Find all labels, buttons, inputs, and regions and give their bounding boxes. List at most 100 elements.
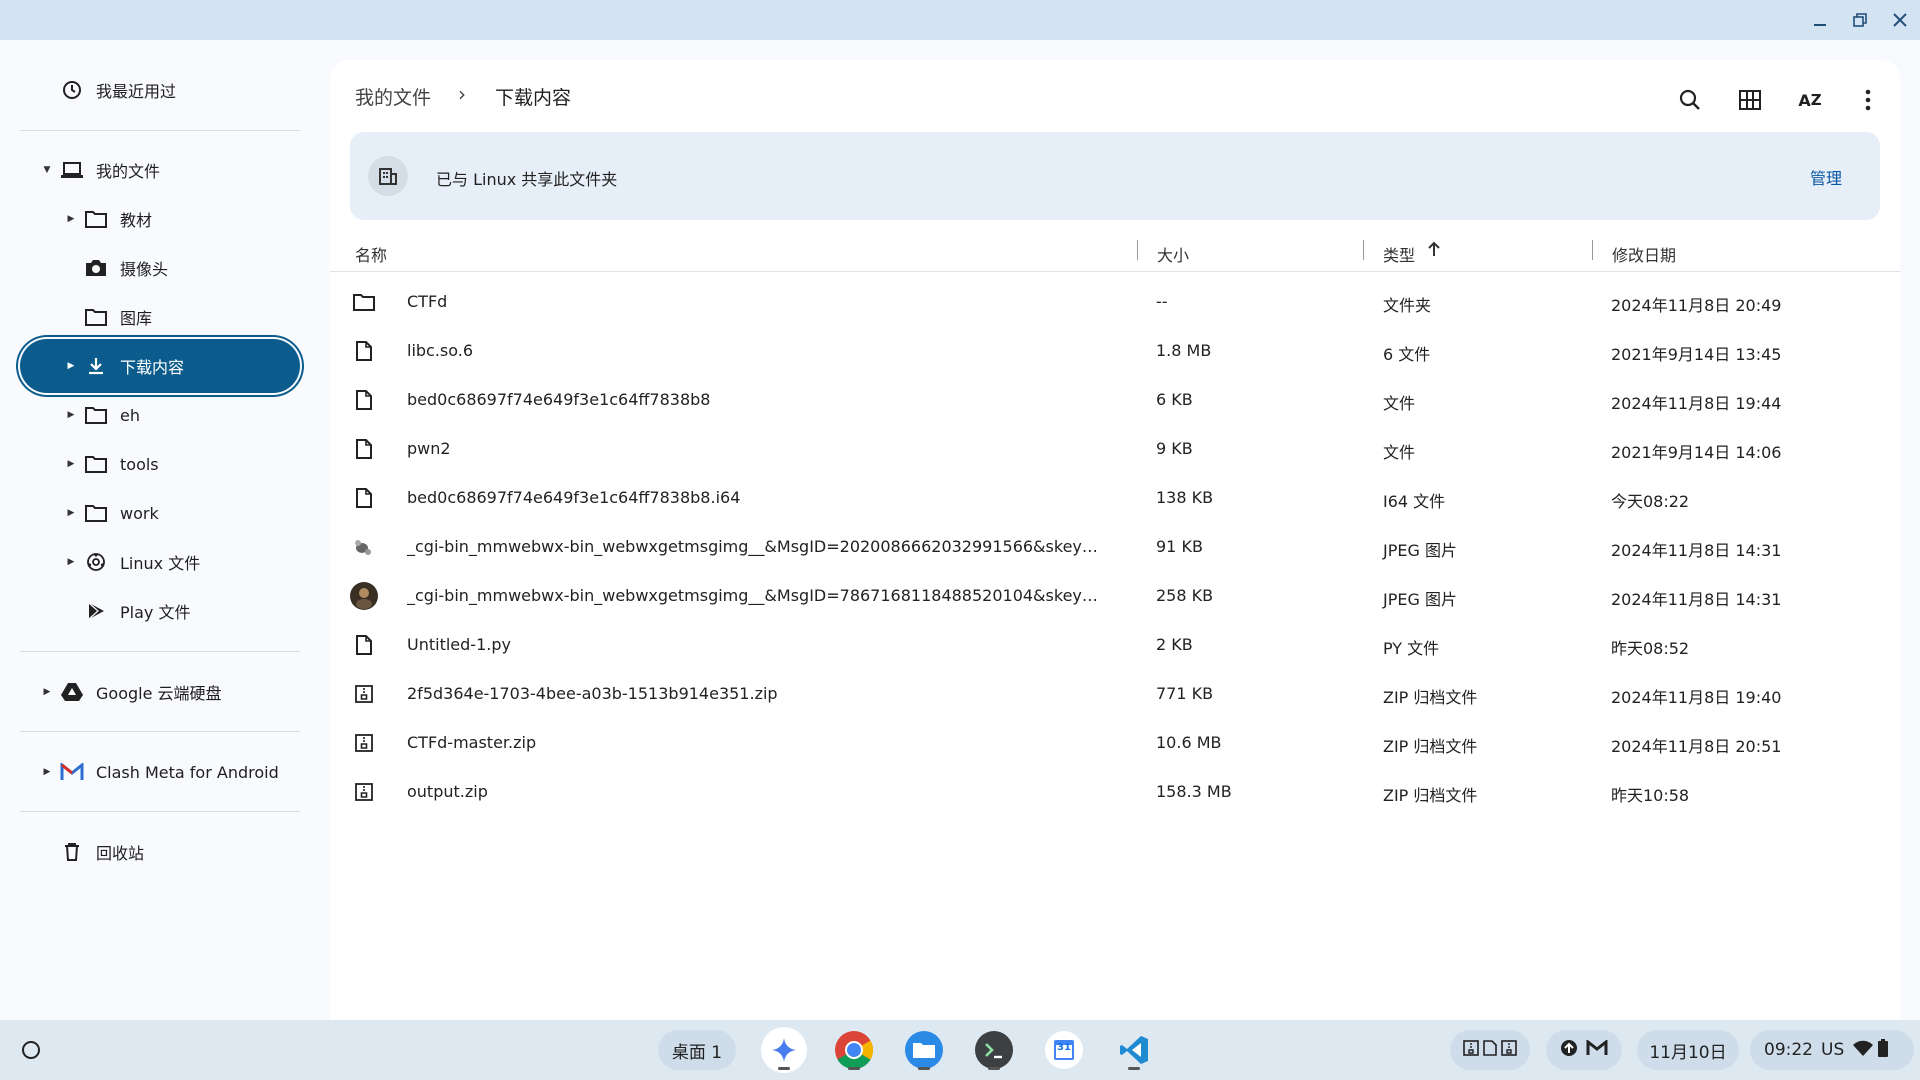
column-divider[interactable] [1137, 240, 1138, 260]
file-type: 文件 [1383, 443, 1416, 462]
sidebar-item-tools[interactable]: ▶ tools [20, 437, 300, 491]
gmail-icon [60, 760, 84, 784]
file-icon [1483, 1039, 1497, 1061]
divider [20, 811, 300, 812]
sidebar-item-label: Linux 文件 [120, 554, 201, 573]
sidebar-item-label: 下载内容 [120, 358, 185, 377]
manage-button[interactable]: 管理 [1810, 165, 1842, 189]
sidebar-item-work[interactable]: ▶ work [20, 486, 300, 540]
file-name: bed0c68697f74e649f3e1c64ff7838b8.i64 [407, 488, 741, 507]
file-size: 1.8 MB [1156, 341, 1212, 360]
sidebar-item-label: work [120, 503, 159, 523]
caret-right-icon[interactable]: ▶ [66, 557, 76, 567]
caret-right-icon[interactable]: ▶ [66, 361, 76, 371]
sidebar-item-play-files[interactable]: Play 文件 [20, 584, 300, 638]
file-size: 2 KB [1156, 635, 1193, 654]
file-size: 138 KB [1156, 488, 1214, 507]
status-area[interactable]: 09:22 US [1750, 1030, 1914, 1070]
folder-icon [84, 207, 108, 231]
running-indicator [778, 1067, 790, 1070]
zip-icon [1463, 1039, 1479, 1061]
caret-right-icon[interactable]: ▶ [66, 508, 76, 518]
file-modified: 2021年9月14日 14:06 [1611, 443, 1782, 462]
vscode-icon[interactable] [1111, 1027, 1157, 1073]
sidebar-item-camera[interactable]: 摄像头 [20, 241, 300, 295]
files-app-icon[interactable] [901, 1027, 947, 1073]
file-type: JPEG 图片 [1383, 541, 1457, 560]
chrome-icon[interactable] [831, 1027, 877, 1073]
restore-icon[interactable] [1848, 8, 1872, 32]
date-tray[interactable]: 11月10日 [1637, 1030, 1739, 1070]
title-bar [0, 0, 1920, 40]
sidebar-item-trash[interactable]: 回收站 [20, 825, 300, 879]
upload-icon [1560, 1039, 1578, 1062]
caret-right-icon[interactable]: ▶ [66, 459, 76, 469]
caret-right-icon[interactable]: ▶ [66, 410, 76, 420]
caret-right-icon[interactable]: ▶ [42, 687, 52, 697]
divider [20, 731, 300, 732]
sidebar-item-clash[interactable]: ▶ Clash Meta for Android [20, 745, 300, 799]
folder-icon [84, 501, 108, 525]
caret-down-icon[interactable]: ▼ [42, 165, 52, 175]
column-divider[interactable] [1363, 240, 1364, 260]
file-type: JPEG 图片 [1383, 590, 1457, 609]
sidebar-item-gallery[interactable]: 图库 [20, 290, 300, 344]
file-modified: 昨天08:52 [1611, 639, 1690, 658]
file-name: libc.so.6 [407, 341, 474, 360]
file-type: ZIP 归档文件 [1383, 737, 1478, 756]
notification-tray[interactable] [1546, 1030, 1622, 1070]
file-type: ZIP 归档文件 [1383, 786, 1478, 805]
sidebar-item-my-files[interactable]: ▼ 我的文件 [20, 143, 300, 197]
folder-icon [84, 305, 108, 329]
files-app-window: 我最近用过 ▼ 我的文件 ▶ 教材 摄像头 图库 ▶ 下载内容 ▶ eh ▶ t… [0, 40, 1920, 1020]
running-indicator [848, 1067, 860, 1070]
sidebar-item-label: 摄像头 [120, 260, 169, 279]
file-type: ZIP 归档文件 [1383, 688, 1478, 707]
sidebar-item-label: 图库 [120, 309, 153, 328]
calendar-icon[interactable]: 31 [1041, 1027, 1087, 1073]
file-icon [350, 337, 378, 365]
file-modified: 2021年9月14日 13:45 [1611, 345, 1782, 364]
desk-button[interactable]: 桌面 1 [658, 1030, 736, 1070]
sidebar-item-recent[interactable]: 我最近用过 [20, 63, 300, 117]
trash-icon [60, 840, 84, 864]
file-icon [350, 435, 378, 463]
column-header-modified[interactable]: 修改日期 [1612, 242, 1676, 266]
caret-right-icon[interactable]: ▶ [66, 214, 76, 224]
launcher-icon[interactable] [8, 1027, 54, 1073]
sidebar-item-label: Google 云端硬盘 [96, 684, 222, 703]
folder-icon [350, 288, 378, 316]
file-type: 6 文件 [1383, 345, 1431, 364]
file-size: 9 KB [1156, 439, 1193, 458]
sidebar-item-downloads[interactable]: ▶ 下载内容 [20, 339, 300, 393]
file-name: 2f5d364e-1703-4bee-a03b-1513b914e351.zip [407, 684, 778, 703]
column-header-size[interactable]: 大小 [1157, 242, 1189, 266]
column-header-type[interactable]: 类型 [1383, 242, 1415, 266]
search-icon[interactable] [1672, 82, 1708, 118]
breadcrumb-parent[interactable]: 我的文件 [355, 83, 431, 110]
column-header-name[interactable]: 名称 [355, 242, 387, 266]
close-icon[interactable] [1888, 8, 1912, 32]
sort-az-icon[interactable]: AZ [1792, 82, 1828, 118]
minimize-icon[interactable] [1808, 8, 1832, 32]
linux-icon [84, 550, 108, 574]
file-modified: 2024年11月8日 14:31 [1611, 541, 1782, 560]
gemini-icon[interactable] [761, 1027, 807, 1073]
breadcrumb-current[interactable]: 下载内容 [495, 83, 571, 110]
holding-space-tray[interactable] [1450, 1030, 1530, 1070]
more-vert-icon[interactable] [1850, 82, 1886, 118]
zip-icon [350, 680, 378, 708]
caret-right-icon[interactable]: ▶ [42, 767, 52, 777]
terminal-icon[interactable] [971, 1027, 1017, 1073]
clock-time: 09:22 [1764, 1040, 1813, 1060]
wifi-icon [1852, 1039, 1874, 1062]
sidebar-item-jiaocai[interactable]: ▶ 教材 [20, 192, 300, 246]
file-row[interactable]: output.zip 158.3 MB ZIP 归档文件 昨天10:58 [330, 762, 1900, 822]
column-divider[interactable] [1592, 240, 1593, 260]
sidebar-item-eh[interactable]: ▶ eh [20, 388, 300, 442]
running-indicator [988, 1067, 1000, 1070]
sidebar-item-google-drive[interactable]: ▶ Google 云端硬盘 [20, 665, 300, 719]
sidebar-item-linux-files[interactable]: ▶ Linux 文件 [20, 535, 300, 589]
grid-view-icon[interactable] [1732, 82, 1768, 118]
sidebar-item-label: 教材 [120, 211, 153, 230]
